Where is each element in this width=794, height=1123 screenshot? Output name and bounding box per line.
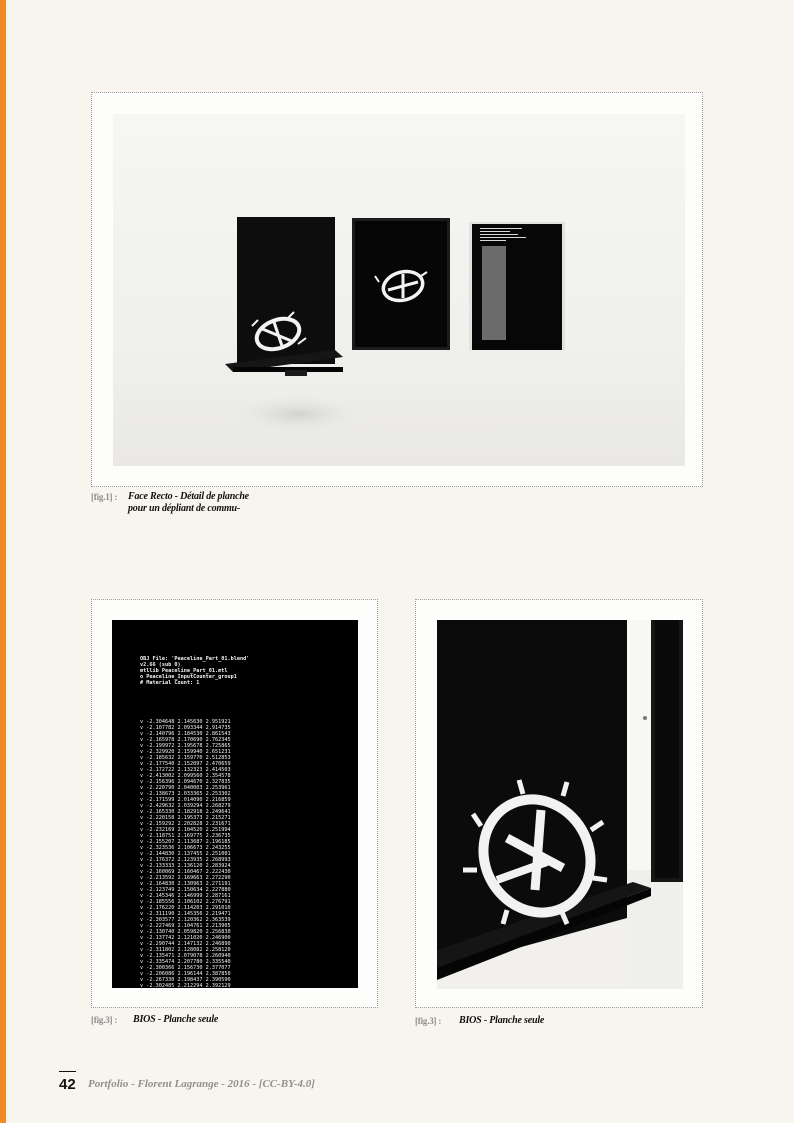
figure-1-caption-line2: pour un dépliant de commu- <box>128 503 241 514</box>
code-header-line: # Material Count: 1 <box>140 680 200 686</box>
accent-bar <box>0 0 6 1123</box>
photo-display-shelf-icon <box>113 114 685 466</box>
footer-text: Portfolio - Florent Lagrange - 2016 - [C… <box>88 1078 315 1090</box>
photo-obj-code-sheet-icon: OBJ File: 'Peaceline_Part_01.blend' v2.66… <box>112 620 358 988</box>
obj-code-listing: OBJ File: 'Peaceline_Part_01.blend' v2.66… <box>140 644 340 988</box>
figure-2-tag: [fig.3] : <box>91 1015 118 1025</box>
obj-code-header: OBJ File: 'Peaceline_Part_01.blend' v2.66… <box>140 656 340 686</box>
figure-1-caption-line1: Face Recto - Détail de planche <box>128 491 249 502</box>
footer-rule <box>59 1071 76 1072</box>
figure-1-tag: [fig.1] : <box>91 492 118 502</box>
figure-3-caption: BIOS - Planche seule <box>459 1015 545 1026</box>
figure-3-illustration <box>437 620 683 989</box>
figure-1-illustration <box>223 217 565 436</box>
figure-1-caption: Face Recto - Détail de planche pour un d… <box>128 491 328 515</box>
figure-1-frame <box>91 92 703 487</box>
figure-3-frame <box>415 599 703 1008</box>
figure-2-frame: OBJ File: 'Peaceline_Part_01.blend' v2.66… <box>91 599 378 1008</box>
figure-2-caption: BIOS - Planche seule <box>133 1014 219 1025</box>
photo-shelf-closeup-icon <box>437 620 683 989</box>
code-vertex-line: v -2.302485 2.212294 2.392129 <box>140 983 231 988</box>
figure-3-tag: [fig.3] : <box>415 1016 442 1026</box>
obj-code-vertices: v -2.304648 2.145630 2.951921 v -2.107782… <box>140 719 340 988</box>
page-number: 42 <box>59 1076 76 1093</box>
